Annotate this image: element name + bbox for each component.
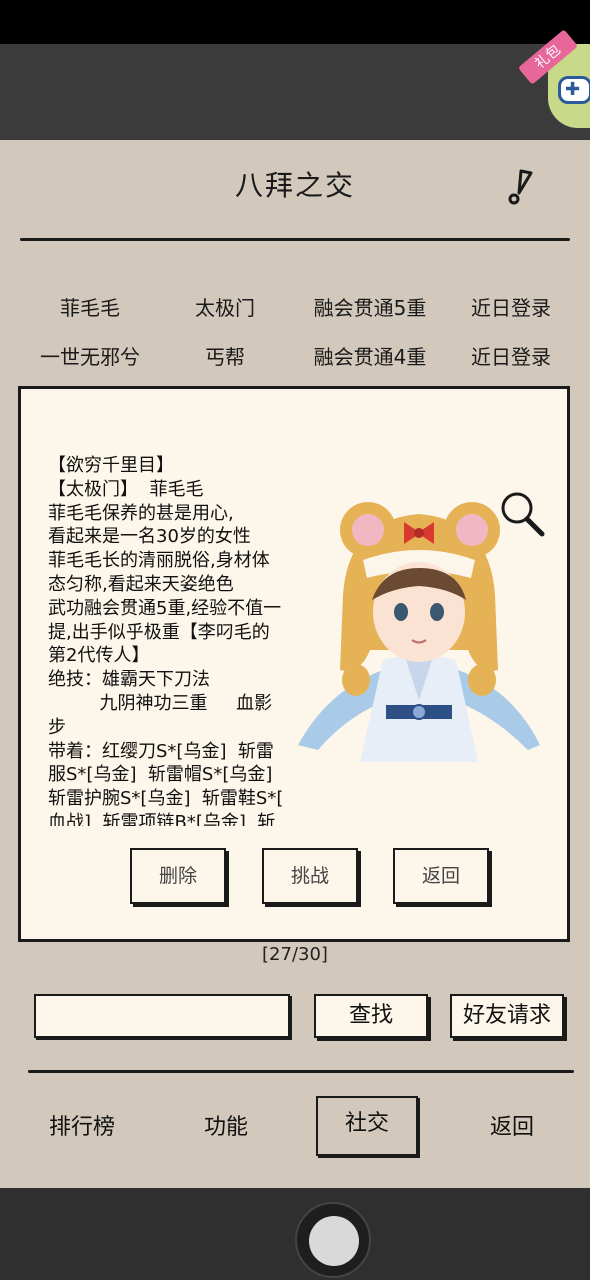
search-input[interactable] (34, 994, 290, 1038)
friend-row[interactable]: 菲毛毛 太极门 融会贯通5重 近日登录 (0, 288, 590, 328)
friend-status: 近日登录 (471, 296, 551, 320)
exclamation-icon[interactable] (505, 168, 535, 206)
profile-line: 带着：红缨刀S*[乌金] 斩雷 (48, 740, 274, 762)
status-bar (0, 0, 590, 44)
nav-ranking[interactable]: 排行榜 (30, 1100, 134, 1156)
friend-sect: 丐帮 (205, 345, 245, 369)
nav-functions[interactable]: 功能 (174, 1100, 278, 1156)
profile-line: 提,出手似乎极重【李叼毛的 (48, 621, 270, 643)
profile-line: 菲毛毛长的清丽脱俗,身材体 (48, 550, 270, 572)
page-counter: [27/30] (262, 944, 328, 965)
title-divider (20, 238, 570, 241)
challenge-button[interactable]: 挑战 (262, 848, 358, 904)
profile-line: 第2代传人】 (48, 645, 150, 667)
nav-back[interactable]: 返回 (460, 1100, 564, 1156)
profile-line: 菲毛毛保养的甚是用心, (48, 502, 234, 524)
gamepad-icon[interactable]: ✚ (558, 76, 590, 104)
profile-line: 九阴神功三重 血影 (48, 692, 273, 714)
profile-line: 看起来是一名30岁的女性 (48, 526, 251, 548)
profile-line: 步 (48, 716, 66, 738)
profile-line: 绝技：雄霸天下刀法 (48, 669, 210, 691)
profile-line: 斩雷护腕S*[乌金] 斩雷鞋S*[ (48, 788, 284, 810)
friend-sect: 太极门 (195, 296, 255, 320)
friend-status: 近日登录 (471, 345, 551, 369)
profile-line: 服S*[乌金] 斩雷帽S*[乌金] (48, 764, 273, 786)
home-button[interactable] (295, 1202, 371, 1278)
friend-row[interactable]: 一世无邪兮 丐帮 融会贯通4重 近日登录 (0, 337, 590, 377)
friend-level: 融会贯通5重 (313, 296, 427, 320)
friend-level: 融会贯通4重 (313, 345, 427, 369)
profile-line: 【太极门】 菲毛毛 (48, 478, 204, 500)
magnify-icon[interactable] (498, 490, 548, 540)
profile-description[interactable]: 【欲穷千里目】 【太极门】 菲毛毛 菲毛毛保养的甚是用心, 看起来是一名30岁的… (48, 454, 316, 826)
profile-line: 血战] 斩雷项链B*[乌金] 斩 (48, 811, 276, 826)
friend-request-button[interactable]: 好友请求 (450, 994, 564, 1038)
app-top-area (0, 44, 590, 140)
dialog-back-button[interactable]: 返回 (393, 848, 489, 904)
profile-line: 武功融会贯通5重,经验不值一 (48, 597, 282, 619)
profile-line: 【欲穷千里目】 (48, 455, 174, 476)
friend-name: 一世无邪兮 (40, 345, 140, 369)
nav-divider (28, 1070, 574, 1073)
page-title: 八拜之交 (234, 169, 355, 202)
nav-social[interactable]: 社交 (316, 1096, 418, 1156)
home-button-core (309, 1216, 359, 1266)
profile-line: 态匀称,看起来天姿绝色 (48, 573, 234, 595)
friend-name: 菲毛毛 (60, 296, 120, 320)
delete-button[interactable]: 删除 (130, 848, 226, 904)
find-button[interactable]: 查找 (314, 994, 428, 1038)
